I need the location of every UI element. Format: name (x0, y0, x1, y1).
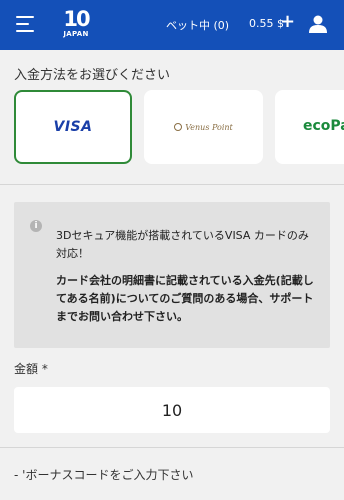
notice-box: i 3Dセキュア機能が搭載されているVISA カードのみ対応！ カード会社の明細… (14, 202, 330, 348)
notice-text: 3Dセキュア機能が搭載されているVISA カードのみ対応！ (56, 229, 309, 260)
balance-amount: 0.55 $ (249, 17, 284, 30)
logo[interactable]: 10 JAPAN (58, 8, 94, 42)
venus-point-label: Venus Point (185, 122, 233, 132)
top-bar: 10 JAPAN ベット中 (0) 0.55 $ + (0, 0, 344, 50)
divider (0, 184, 344, 185)
payment-method-visa[interactable]: VISA (14, 90, 132, 164)
user-account-icon[interactable] (308, 14, 328, 34)
logo-subtitle: JAPAN (63, 30, 89, 38)
payment-method-title: 入金方法をお選びください (14, 68, 171, 83)
ecopayz-logo: ecoPa (303, 118, 344, 134)
notice-bold-text: カード会社の明細書に記載されている入金先(記載してある名前)についてのご質問のあ… (56, 274, 314, 323)
payment-method-ecopayz[interactable]: ecoPa (275, 90, 344, 164)
info-icon: i (30, 220, 42, 232)
bets-in-progress[interactable]: ベット中 (0) (166, 17, 229, 33)
visa-logo: VISA (53, 119, 93, 135)
payment-method-venus-point[interactable]: Venus Point (144, 90, 263, 164)
amount-label: 金額 * (14, 362, 48, 376)
divider (0, 447, 344, 448)
hamburger-menu-icon[interactable] (16, 16, 36, 33)
venus-point-logo: Venus Point (174, 123, 233, 132)
bonus-code-label: - 'ボーナスコードをご入力下さい (14, 468, 194, 482)
venus-point-emblem-icon (174, 123, 183, 131)
logo-mark: 10 (63, 7, 90, 31)
amount-input[interactable] (14, 387, 330, 433)
deposit-plus-button[interactable]: + (280, 13, 295, 31)
